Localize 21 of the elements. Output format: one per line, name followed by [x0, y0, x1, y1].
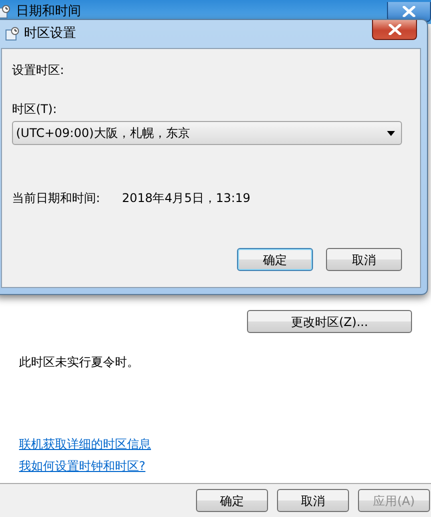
date-time-value: 2018年4月5日，13:19	[122, 190, 250, 207]
close-icon	[402, 6, 416, 17]
section-heading: 设置时区:	[12, 62, 66, 79]
clock-icon	[0, 5, 10, 19]
caret-icon	[387, 130, 395, 136]
dst-note: 此时区未实行夏令时。	[19, 354, 140, 371]
field-label: 时区(T):	[12, 101, 58, 118]
close-button[interactable]	[372, 20, 417, 40]
window-title: 日期和时间	[16, 3, 81, 22]
help-link[interactable]: 联机获取详细的时区信息	[19, 435, 151, 453]
close-icon	[388, 24, 402, 35]
change-time-zone-button[interactable]: 更改时区(Z)...	[247, 310, 412, 333]
dialog-button[interactable]: 取消	[277, 489, 349, 512]
dialog-title: 时区设置	[24, 25, 76, 44]
time-zone-dropdown[interactable]: (UTC+09:00)大阪，札幌，东京	[12, 121, 402, 145]
dialog-button[interactable]: 确定	[237, 248, 313, 271]
field-label: 当前日期和时间:	[12, 190, 100, 207]
help-link[interactable]: 我如何设置时钟和时区?	[19, 457, 146, 475]
dialog-button[interactable]: 取消	[326, 248, 402, 271]
clock-icon	[5, 27, 19, 41]
dialog-button[interactable]: 确定	[196, 489, 268, 512]
